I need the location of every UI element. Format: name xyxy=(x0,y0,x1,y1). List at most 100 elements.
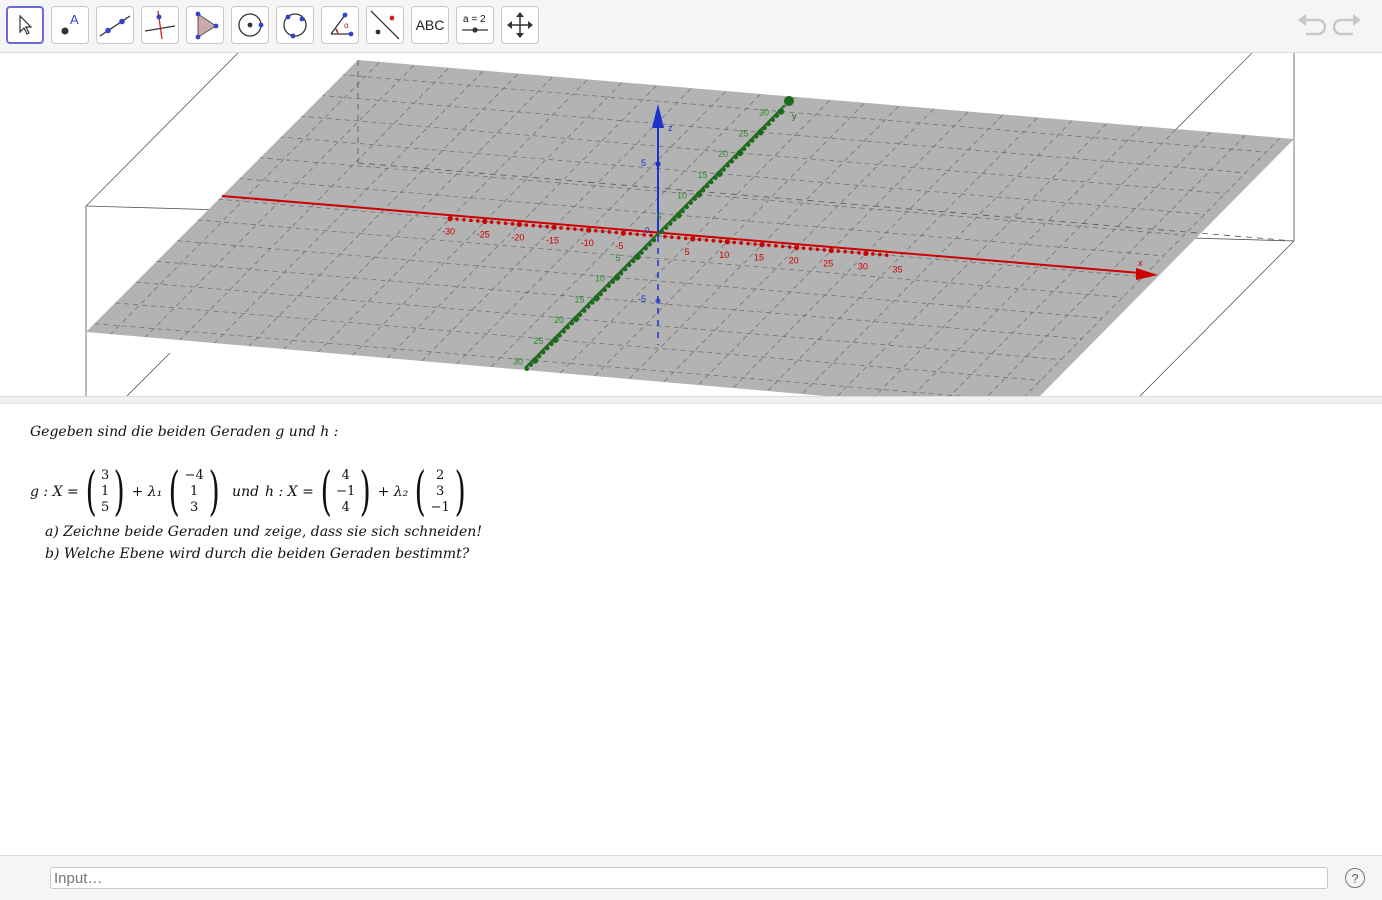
x-tick-label: 5 xyxy=(685,247,690,257)
x-axis-tick xyxy=(871,252,875,256)
help-icon: ? xyxy=(1351,870,1359,886)
polygon-icon xyxy=(190,10,220,40)
y-axis-tick xyxy=(774,113,780,118)
y-axis-tick xyxy=(545,345,550,351)
y-axis-arrow xyxy=(784,96,794,106)
x-axis-tick xyxy=(462,217,466,222)
x-axis-tick xyxy=(711,238,716,243)
y-axis-tick xyxy=(572,315,580,323)
y-axis-tick xyxy=(684,204,689,210)
y-axis-tick xyxy=(613,274,621,281)
graphics-3d-canvas[interactable]: z 5 -5 x -30 -25 -20 -15 -10 -55 10 15 20 25 30 35 … xyxy=(0,53,1382,396)
y-axis-tick xyxy=(664,225,669,230)
x-axis-tick xyxy=(683,236,688,241)
undo-button[interactable] xyxy=(1296,12,1327,43)
input-bar: ? xyxy=(0,855,1382,900)
x-axis-tick xyxy=(690,236,696,242)
x-axis-tick xyxy=(753,242,757,246)
x-tick-label: -5 xyxy=(615,241,623,251)
x-axis-tick xyxy=(614,230,619,235)
g-point-vector: ( 315 ) xyxy=(85,462,126,522)
x-axis-tick xyxy=(704,238,709,242)
angle-tool-button[interactable]: α xyxy=(321,6,359,44)
x-axis-tick xyxy=(482,218,488,225)
und-word: und xyxy=(232,484,260,500)
y-axis-tick xyxy=(757,129,764,136)
x-axis-tick xyxy=(579,227,584,232)
y-tick-label: 15 xyxy=(698,170,708,180)
redo-icon xyxy=(1332,12,1363,43)
y-axis-tick xyxy=(762,125,767,131)
x-axis-tick xyxy=(566,226,570,231)
y-axis-tick xyxy=(729,159,734,164)
reflect-tool-button[interactable] xyxy=(366,6,404,44)
move-tool-button[interactable] xyxy=(6,6,44,44)
view-divider[interactable] xyxy=(0,396,1382,404)
y-axis-tick xyxy=(750,138,755,143)
x-axis-tick xyxy=(774,244,778,248)
y-axis-tick xyxy=(668,221,673,226)
graphics-3d-view[interactable]: z 5 -5 x -30 -25 -20 -15 -10 -5 5 10 15 20 25 30 35 … xyxy=(0,53,1382,396)
move-view-tool-button[interactable] xyxy=(501,6,539,44)
x-tick-label: -25 xyxy=(477,230,490,240)
algebra-input[interactable] xyxy=(50,867,1328,889)
y-axis-tick xyxy=(524,366,529,371)
perpendicular-line-icon xyxy=(143,9,177,41)
perpendicular-line-tool-button[interactable] xyxy=(141,6,179,44)
y-axis-tick xyxy=(634,253,641,260)
h-label: h : X = xyxy=(265,484,314,500)
x-tick-label: -30 xyxy=(442,227,455,237)
x-tick-label: -20 xyxy=(511,232,524,242)
y-axis-tick xyxy=(675,212,682,219)
x-axis-tick xyxy=(496,220,501,225)
x-axis-tick xyxy=(593,228,598,233)
y-axis-tick xyxy=(680,208,685,214)
x-axis-tick xyxy=(455,217,459,221)
y-axis-tick xyxy=(569,320,575,326)
y-axis-tick xyxy=(741,146,747,152)
h-direction-vector: ( 2 3 −1 ) xyxy=(414,462,466,522)
y-tick-label: 15 xyxy=(575,294,585,304)
line-tool-button[interactable] xyxy=(96,6,134,44)
circle-tool-button[interactable] xyxy=(231,6,269,44)
x-axis-tick xyxy=(877,252,882,257)
point-tool-button[interactable]: A xyxy=(51,6,89,44)
y-axis-tick xyxy=(565,325,570,330)
y-axis-tick xyxy=(688,200,693,205)
x-axis-tick xyxy=(586,227,592,233)
y-tick-label: 30 xyxy=(759,108,769,118)
text-icon: ABC xyxy=(415,17,445,33)
y-axis-tick xyxy=(598,291,603,297)
y-axis-tick xyxy=(606,283,611,288)
x-axis-tick xyxy=(780,244,785,249)
z-tick-label: -5 xyxy=(638,294,646,304)
redo-button[interactable] xyxy=(1332,12,1363,43)
y-tick-label: 20 xyxy=(554,315,564,325)
y-tick-label: 25 xyxy=(534,336,544,346)
y-axis-tick xyxy=(528,362,534,367)
y-axis-tick xyxy=(561,329,566,334)
g-label: g : X = xyxy=(30,484,79,500)
slider-tool-button[interactable]: a = 2 xyxy=(456,6,494,44)
lines-equation: g : X = ( 315 ) + λ₁ ( −4 1 3 ) und h : X … xyxy=(30,464,472,520)
y-axis-tick xyxy=(627,262,632,268)
text-tool-button[interactable]: ABC xyxy=(411,6,449,44)
x-axis-tick xyxy=(620,230,626,236)
circle-three-points-icon xyxy=(280,10,310,40)
x-axis-tick xyxy=(794,245,800,251)
x-axis-tick xyxy=(559,226,563,230)
x-axis-tick xyxy=(510,222,515,226)
y-axis-tick xyxy=(552,336,559,343)
undo-icon xyxy=(1296,12,1327,43)
x-axis-tick xyxy=(850,250,854,255)
x-axis-tick xyxy=(531,223,536,228)
polygon-tool-button[interactable] xyxy=(186,6,224,44)
pointer-arrow-icon xyxy=(15,14,35,36)
y-axis-tick xyxy=(721,167,726,172)
x-axis-tick xyxy=(759,242,765,248)
x-axis-tick xyxy=(649,233,653,238)
y-axis-tick xyxy=(725,163,730,168)
help-button[interactable]: ? xyxy=(1345,868,1365,888)
x-axis-tick xyxy=(739,241,743,245)
circle-three-points-tool-button[interactable] xyxy=(276,6,314,44)
